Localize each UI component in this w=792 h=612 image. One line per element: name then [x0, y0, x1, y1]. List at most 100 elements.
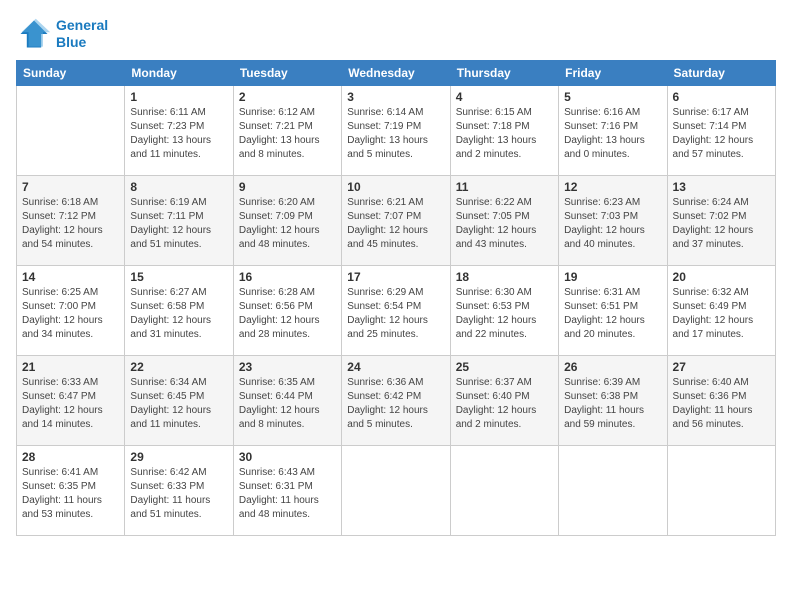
logo-icon [16, 16, 52, 52]
day-number: 5 [564, 90, 661, 104]
day-number: 23 [239, 360, 336, 374]
day-number: 2 [239, 90, 336, 104]
calendar-body: 1 Sunrise: 6:11 AM Sunset: 7:23 PM Daylig… [17, 86, 776, 536]
day-number: 13 [673, 180, 770, 194]
day-info: Sunrise: 6:42 AM Sunset: 6:33 PM Dayligh… [130, 466, 227, 522]
calendar-cell: 13Sunrise: 6:24 AM Sunset: 7:02 PM Dayli… [667, 176, 775, 266]
day-info: Sunrise: 6:12 AM Sunset: 7:21 PM Dayligh… [239, 106, 336, 162]
logo: General Blue [16, 16, 108, 52]
day-number: 12 [564, 180, 661, 194]
day-info: Sunrise: 6:33 AM Sunset: 6:47 PM Dayligh… [22, 376, 119, 432]
day-info: Sunrise: 6:31 AM Sunset: 6:51 PM Dayligh… [564, 286, 661, 342]
week-row-2: 7Sunrise: 6:18 AM Sunset: 7:12 PM Daylig… [17, 176, 776, 266]
day-header-tuesday: Tuesday [233, 61, 341, 86]
day-number: 30 [239, 450, 336, 464]
calendar-cell: 27 Sunrise: 6:40 AM Sunset: 6:36 PM Dayli… [667, 356, 775, 446]
calendar-cell: 15 Sunrise: 6:27 AM Sunset: 6:58 PM Dayli… [125, 266, 233, 356]
calendar-cell: 29 Sunrise: 6:42 AM Sunset: 6:33 PM Dayli… [125, 446, 233, 536]
day-info: Sunrise: 6:19 AM Sunset: 7:11 PM Dayligh… [130, 196, 227, 252]
day-number: 1 [130, 90, 227, 104]
calendar-cell: 3 Sunrise: 6:14 AM Sunset: 7:19 PM Daylig… [342, 86, 450, 176]
day-info: Sunrise: 6:30 AM Sunset: 6:53 PM Dayligh… [456, 286, 553, 342]
day-number: 29 [130, 450, 227, 464]
day-number: 19 [564, 270, 661, 284]
calendar-cell: 2 Sunrise: 6:12 AM Sunset: 7:21 PM Daylig… [233, 86, 341, 176]
calendar-cell [17, 86, 125, 176]
day-number: 21 [22, 360, 119, 374]
calendar-cell: 14 Sunrise: 6:25 AM Sunset: 7:00 PM Dayli… [17, 266, 125, 356]
day-info: Sunrise: 6:34 AM Sunset: 6:45 PM Dayligh… [130, 376, 227, 432]
calendar-cell: 20Sunrise: 6:32 AM Sunset: 6:49 PM Dayli… [667, 266, 775, 356]
day-info: Sunrise: 6:14 AM Sunset: 7:19 PM Dayligh… [347, 106, 444, 162]
page-header: General Blue [16, 16, 776, 52]
day-number: 27 [673, 360, 770, 374]
calendar-cell [450, 446, 558, 536]
day-info: Sunrise: 6:16 AM Sunset: 7:16 PM Dayligh… [564, 106, 661, 162]
calendar-cell: 28 Sunrise: 6:41 AM Sunset: 6:35 PM Dayli… [17, 446, 125, 536]
calendar-cell [667, 446, 775, 536]
day-info: Sunrise: 6:21 AM Sunset: 7:07 PM Dayligh… [347, 196, 444, 252]
calendar-cell: 25 Sunrise: 6:37 AM Sunset: 6:40 PM Dayli… [450, 356, 558, 446]
calendar-cell [559, 446, 667, 536]
week-row-1: 1 Sunrise: 6:11 AM Sunset: 7:23 PM Daylig… [17, 86, 776, 176]
day-number: 15 [130, 270, 227, 284]
day-number: 3 [347, 90, 444, 104]
day-number: 6 [673, 90, 770, 104]
day-info: Sunrise: 6:25 AM Sunset: 7:00 PM Dayligh… [22, 286, 119, 342]
calendar-cell: 23 Sunrise: 6:35 AM Sunset: 6:44 PM Dayli… [233, 356, 341, 446]
day-info: Sunrise: 6:29 AM Sunset: 6:54 PM Dayligh… [347, 286, 444, 342]
day-info: Sunrise: 6:35 AM Sunset: 6:44 PM Dayligh… [239, 376, 336, 432]
calendar-cell: 21 Sunrise: 6:33 AM Sunset: 6:47 PM Dayli… [17, 356, 125, 446]
day-header-friday: Friday [559, 61, 667, 86]
day-info: Sunrise: 6:22 AM Sunset: 7:05 PM Dayligh… [456, 196, 553, 252]
calendar-cell: 17 Sunrise: 6:29 AM Sunset: 6:54 PM Dayli… [342, 266, 450, 356]
day-number: 8 [130, 180, 227, 194]
day-number: 28 [22, 450, 119, 464]
calendar-cell: 1 Sunrise: 6:11 AM Sunset: 7:23 PM Daylig… [125, 86, 233, 176]
day-info: Sunrise: 6:17 AM Sunset: 7:14 PM Dayligh… [673, 106, 770, 162]
day-info: Sunrise: 6:32 AM Sunset: 6:49 PM Dayligh… [673, 286, 770, 342]
calendar-cell: 11 Sunrise: 6:22 AM Sunset: 7:05 PM Dayli… [450, 176, 558, 266]
day-info: Sunrise: 6:43 AM Sunset: 6:31 PM Dayligh… [239, 466, 336, 522]
day-info: Sunrise: 6:41 AM Sunset: 6:35 PM Dayligh… [22, 466, 119, 522]
calendar-cell: 16 Sunrise: 6:28 AM Sunset: 6:56 PM Dayli… [233, 266, 341, 356]
day-number: 4 [456, 90, 553, 104]
day-info: Sunrise: 6:27 AM Sunset: 6:58 PM Dayligh… [130, 286, 227, 342]
calendar-cell: 26Sunrise: 6:39 AM Sunset: 6:38 PM Dayli… [559, 356, 667, 446]
calendar-cell: 6 Sunrise: 6:17 AM Sunset: 7:14 PM Daylig… [667, 86, 775, 176]
day-number: 11 [456, 180, 553, 194]
day-info: Sunrise: 6:37 AM Sunset: 6:40 PM Dayligh… [456, 376, 553, 432]
day-header-monday: Monday [125, 61, 233, 86]
calendar-cell: 8 Sunrise: 6:19 AM Sunset: 7:11 PM Daylig… [125, 176, 233, 266]
week-row-5: 28 Sunrise: 6:41 AM Sunset: 6:35 PM Dayli… [17, 446, 776, 536]
day-info: Sunrise: 6:15 AM Sunset: 7:18 PM Dayligh… [456, 106, 553, 162]
day-info: Sunrise: 6:20 AM Sunset: 7:09 PM Dayligh… [239, 196, 336, 252]
day-info: Sunrise: 6:11 AM Sunset: 7:23 PM Dayligh… [130, 106, 227, 162]
calendar-cell: 4 Sunrise: 6:15 AM Sunset: 7:18 PM Daylig… [450, 86, 558, 176]
day-number: 17 [347, 270, 444, 284]
day-number: 22 [130, 360, 227, 374]
day-number: 25 [456, 360, 553, 374]
day-info: Sunrise: 6:18 AM Sunset: 7:12 PM Dayligh… [22, 196, 119, 252]
day-number: 16 [239, 270, 336, 284]
day-number: 18 [456, 270, 553, 284]
logo-text: General Blue [56, 17, 108, 51]
calendar-cell: 9 Sunrise: 6:20 AM Sunset: 7:09 PM Daylig… [233, 176, 341, 266]
calendar-cell: 10 Sunrise: 6:21 AM Sunset: 7:07 PM Dayli… [342, 176, 450, 266]
calendar-cell [342, 446, 450, 536]
calendar-cell: 12 Sunrise: 6:23 AM Sunset: 7:03 PM Dayli… [559, 176, 667, 266]
calendar-cell: 24Sunrise: 6:36 AM Sunset: 6:42 PM Dayli… [342, 356, 450, 446]
calendar-header-row: SundayMondayTuesdayWednesdayThursdayFrid… [17, 61, 776, 86]
day-number: 10 [347, 180, 444, 194]
day-header-wednesday: Wednesday [342, 61, 450, 86]
day-info: Sunrise: 6:23 AM Sunset: 7:03 PM Dayligh… [564, 196, 661, 252]
day-number: 9 [239, 180, 336, 194]
day-number: 14 [22, 270, 119, 284]
day-info: Sunrise: 6:28 AM Sunset: 6:56 PM Dayligh… [239, 286, 336, 342]
day-info: Sunrise: 6:36 AM Sunset: 6:42 PM Dayligh… [347, 376, 444, 432]
week-row-3: 14 Sunrise: 6:25 AM Sunset: 7:00 PM Dayli… [17, 266, 776, 356]
day-number: 26 [564, 360, 661, 374]
calendar-cell: 30 Sunrise: 6:43 AM Sunset: 6:31 PM Dayli… [233, 446, 341, 536]
day-info: Sunrise: 6:40 AM Sunset: 6:36 PM Dayligh… [673, 376, 770, 432]
week-row-4: 21 Sunrise: 6:33 AM Sunset: 6:47 PM Dayli… [17, 356, 776, 446]
